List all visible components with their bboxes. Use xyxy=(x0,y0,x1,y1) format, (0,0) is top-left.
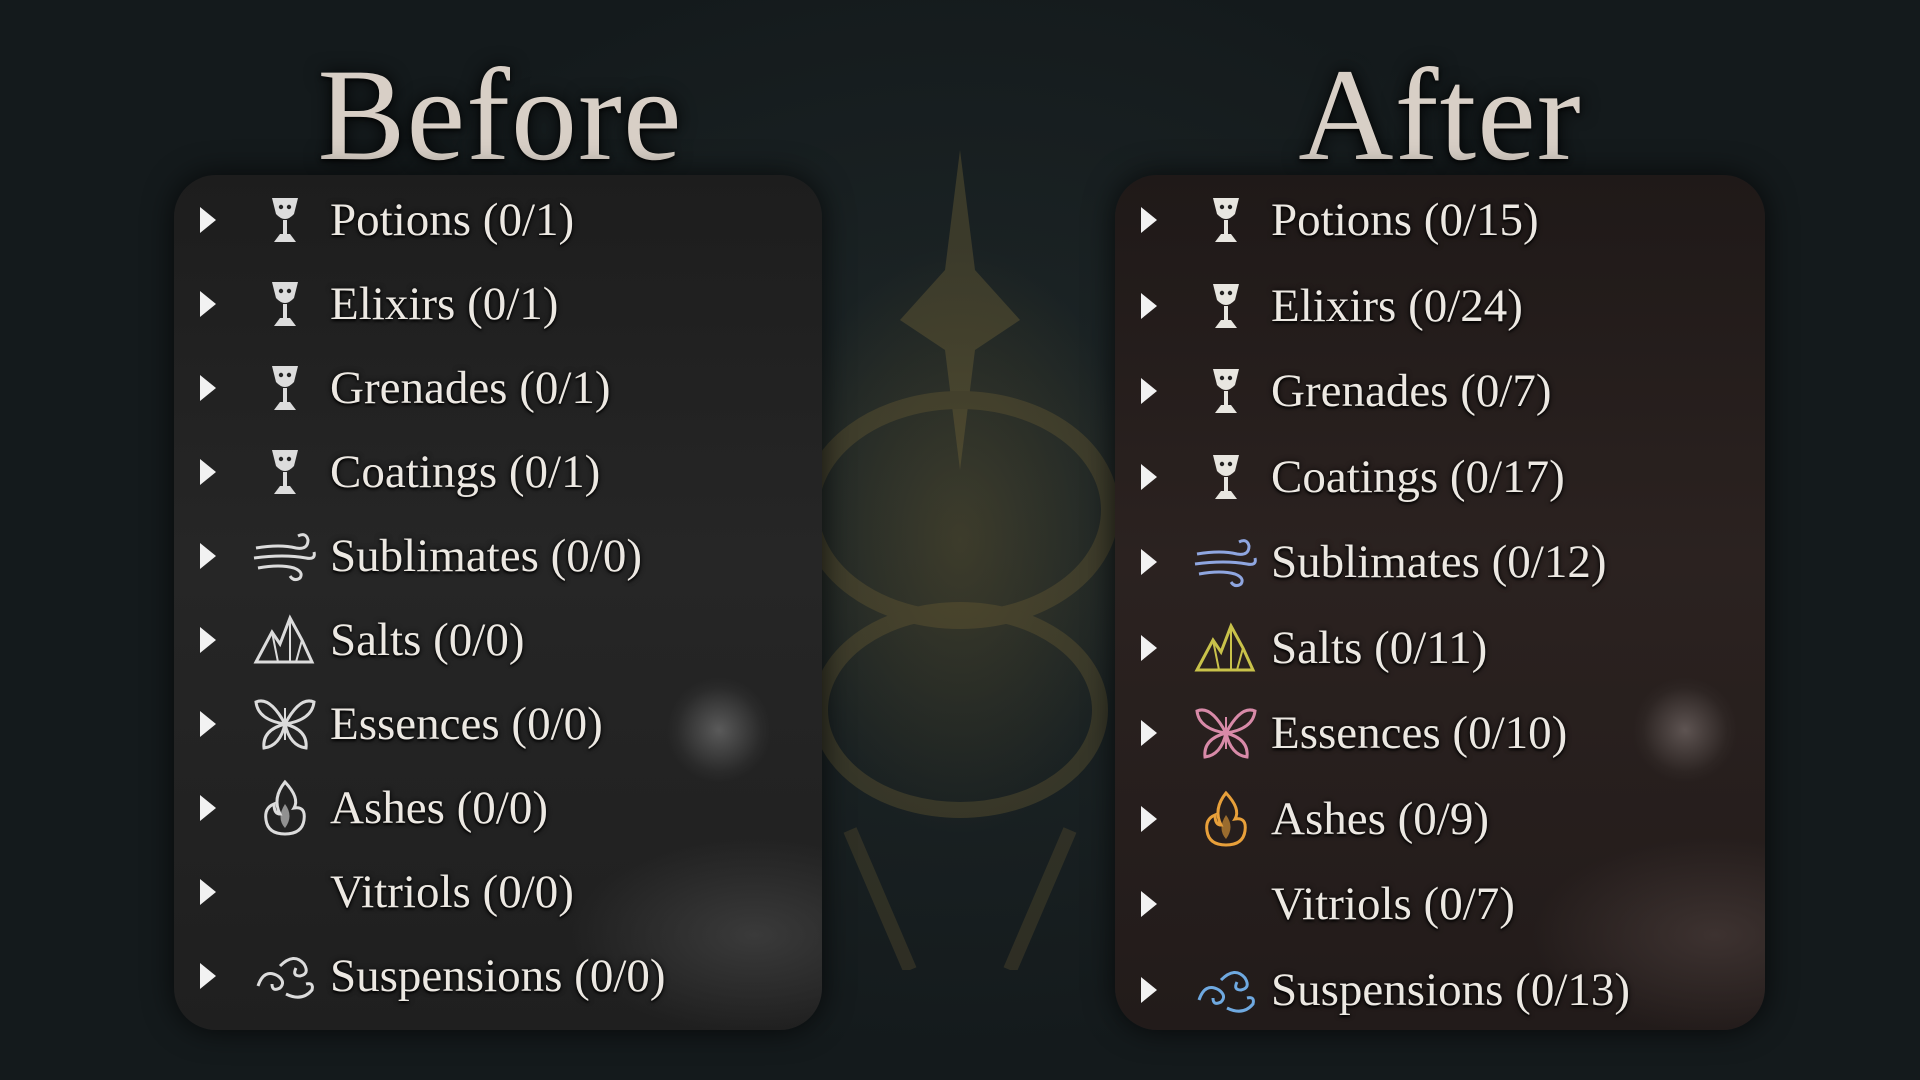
category-label: Sublimates (0/0) xyxy=(330,530,642,582)
after-category-row[interactable]: Grenades (0/7) xyxy=(1115,356,1765,426)
expand-arrow-icon[interactable] xyxy=(1141,292,1157,319)
expand-arrow-icon[interactable] xyxy=(1141,549,1157,575)
after-category-row[interactable]: Essences (0/10) xyxy=(1115,698,1765,768)
after-category-row[interactable]: Ashes (0/9) xyxy=(1115,784,1765,854)
after-category-row[interactable]: Salts (0/11) xyxy=(1115,613,1765,683)
crystal-icon xyxy=(246,608,324,672)
expand-arrow-icon[interactable] xyxy=(200,375,216,401)
background-emblem xyxy=(801,150,1119,970)
after-category-row[interactable]: Vitriols (0/7) xyxy=(1115,869,1765,939)
category-label: Potions (0/15) xyxy=(1271,194,1539,246)
chalice-icon xyxy=(246,272,324,336)
expand-arrow-icon[interactable] xyxy=(1141,634,1157,661)
swirl-icon xyxy=(1187,958,1265,1022)
category-label: Suspensions (0/0) xyxy=(330,950,666,1002)
chalice-icon xyxy=(246,440,324,504)
wind-icon xyxy=(246,524,324,588)
flame-icon xyxy=(1187,787,1265,851)
category-label: Sublimates (0/12) xyxy=(1271,536,1607,588)
chalice-icon xyxy=(1187,445,1265,509)
before-category-row[interactable]: Elixirs (0/1) xyxy=(174,269,822,339)
category-label: Salts (0/0) xyxy=(330,614,525,666)
expand-arrow-icon[interactable] xyxy=(1141,805,1157,832)
after-heading: After xyxy=(1298,41,1582,188)
comparison-stage: Before After Potions (0/1) Elixirs (0/1) G… xyxy=(0,0,1920,1080)
before-category-row[interactable]: Grenades (0/1) xyxy=(174,353,822,423)
expand-arrow-icon[interactable] xyxy=(200,207,216,233)
chalice-icon xyxy=(246,188,324,252)
before-category-row[interactable]: Essences (0/0) xyxy=(174,689,822,759)
before-category-list: Potions (0/1) Elixirs (0/1) Grenades (0/1)… xyxy=(174,175,822,1030)
category-label: Ashes (0/9) xyxy=(1271,792,1489,845)
before-category-row[interactable]: Suspensions (0/0) xyxy=(174,941,822,1011)
after-category-row[interactable]: Coatings (0/17) xyxy=(1115,442,1765,512)
chalice-icon xyxy=(1187,274,1265,338)
expand-arrow-icon[interactable] xyxy=(1141,378,1157,404)
after-category-list: Potions (0/15) Elixirs (0/24) Grenades (0/… xyxy=(1115,175,1765,1030)
expand-arrow-icon[interactable] xyxy=(200,963,216,989)
category-label: Essences (0/0) xyxy=(330,698,603,750)
category-label: Salts (0/11) xyxy=(1271,621,1488,674)
after-category-row[interactable]: Potions (0/15) xyxy=(1115,185,1765,255)
before-category-row[interactable]: Sublimates (0/0) xyxy=(174,521,822,591)
chalice-icon xyxy=(1187,188,1265,252)
chalice-icon xyxy=(246,356,324,420)
before-category-row[interactable]: Potions (0/1) xyxy=(174,185,822,255)
category-label: Potions (0/1) xyxy=(330,194,575,246)
expand-arrow-icon[interactable] xyxy=(200,627,216,653)
expand-arrow-icon[interactable] xyxy=(200,879,216,905)
after-panel: Potions (0/15) Elixirs (0/24) Grenades (0/… xyxy=(1115,175,1765,1030)
after-category-row[interactable]: Sublimates (0/12) xyxy=(1115,527,1765,597)
expand-arrow-icon[interactable] xyxy=(1141,207,1157,233)
expand-arrow-icon[interactable] xyxy=(1141,463,1157,490)
category-label: Coatings (0/1) xyxy=(330,446,601,498)
before-category-row[interactable]: Coatings (0/1) xyxy=(174,437,822,507)
expand-arrow-icon[interactable] xyxy=(1141,720,1157,746)
category-label: Essences (0/10) xyxy=(1271,707,1568,759)
before-category-row[interactable]: Ashes (0/0) xyxy=(174,773,822,843)
expand-arrow-icon[interactable] xyxy=(200,795,216,821)
before-category-row[interactable]: Salts (0/0) xyxy=(174,605,822,675)
expand-arrow-icon[interactable] xyxy=(1141,976,1157,1003)
after-category-row[interactable]: Suspensions (0/13) xyxy=(1115,955,1765,1025)
expand-arrow-icon[interactable] xyxy=(200,711,216,737)
category-label: Vitriols (0/7) xyxy=(1271,878,1515,930)
before-panel: Potions (0/1) Elixirs (0/1) Grenades (0/1)… xyxy=(174,175,822,1030)
before-category-row[interactable]: Vitriols (0/0) xyxy=(174,857,822,927)
before-heading: Before xyxy=(317,41,683,188)
crescent-icon xyxy=(246,860,324,924)
expand-arrow-icon[interactable] xyxy=(1141,891,1157,917)
crescent-icon xyxy=(1187,872,1265,936)
expand-arrow-icon[interactable] xyxy=(200,291,216,317)
category-label: Elixirs (0/24) xyxy=(1271,279,1523,332)
category-label: Ashes (0/0) xyxy=(330,782,548,834)
butterfly-icon xyxy=(246,692,324,756)
chalice-icon xyxy=(1187,359,1265,423)
category-label: Elixirs (0/1) xyxy=(330,278,559,330)
category-label: Suspensions (0/13) xyxy=(1271,963,1631,1016)
swirl-icon xyxy=(246,944,324,1008)
wind-icon xyxy=(1187,530,1265,594)
expand-arrow-icon[interactable] xyxy=(200,459,216,485)
butterfly-icon xyxy=(1187,701,1265,765)
crystal-icon xyxy=(1187,616,1265,680)
category-label: Grenades (0/7) xyxy=(1271,365,1552,417)
category-label: Vitriols (0/0) xyxy=(330,866,574,918)
expand-arrow-icon[interactable] xyxy=(200,543,216,569)
flame-icon xyxy=(246,776,324,840)
category-label: Grenades (0/1) xyxy=(330,362,611,414)
after-category-row[interactable]: Elixirs (0/24) xyxy=(1115,271,1765,341)
category-label: Coatings (0/17) xyxy=(1271,450,1565,503)
